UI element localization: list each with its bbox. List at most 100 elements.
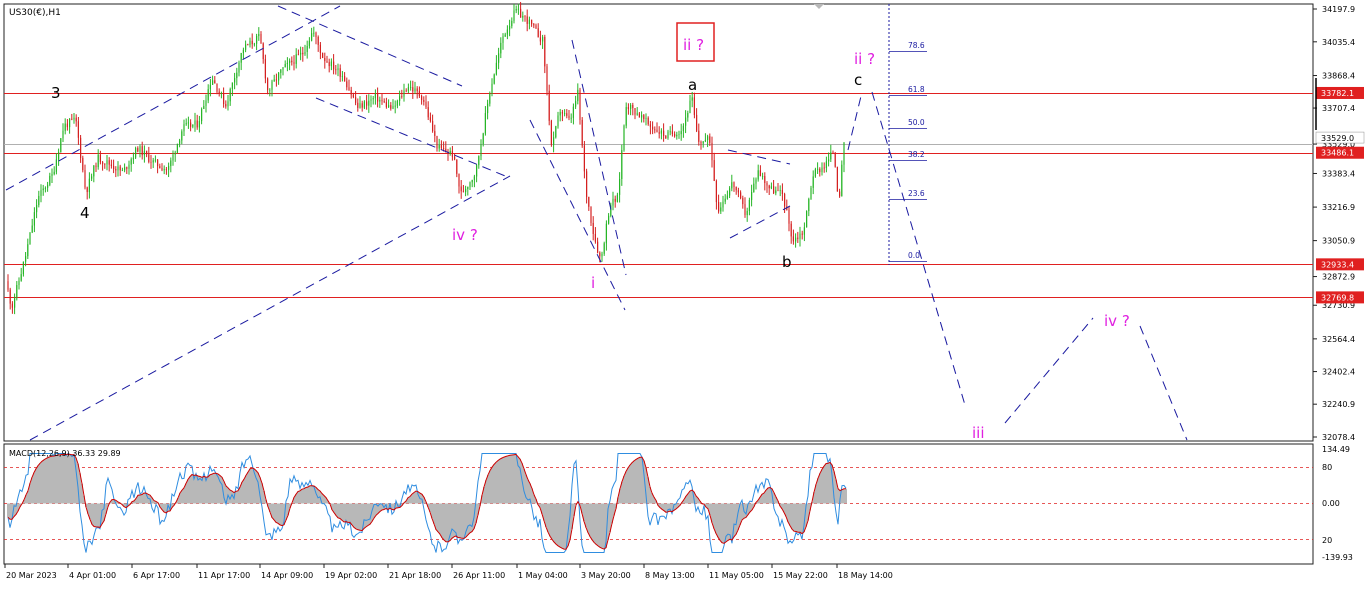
candle-body (20, 274, 22, 281)
candle-body (262, 43, 264, 60)
candle-body (183, 124, 185, 132)
candle-body (652, 126, 654, 130)
candle-body (839, 191, 841, 197)
candle-body (722, 201, 724, 208)
macd-tick-label: -139.93 (1322, 553, 1353, 562)
time-tick-label: 14 Apr 09:00 (261, 571, 313, 580)
candle-body (458, 173, 460, 187)
candle-body (194, 120, 196, 125)
candle-body (16, 285, 18, 299)
candle-body (82, 157, 84, 171)
candle-body (781, 190, 783, 194)
candle-body (214, 80, 216, 84)
candle-body (773, 186, 775, 194)
candle-body (339, 68, 341, 77)
candle-body (511, 20, 513, 27)
candle-body (676, 134, 678, 137)
candle-body (238, 62, 240, 73)
candle-body (267, 78, 269, 90)
candle-body (581, 119, 583, 146)
candle-body (548, 90, 550, 121)
candle-body (154, 159, 156, 161)
candle-body (207, 89, 209, 101)
candle-body (454, 156, 456, 160)
wave-label-boxed: ii ? (683, 36, 704, 54)
candle-body (469, 182, 471, 187)
symbol-label: US30(€),H1 (9, 8, 61, 18)
candle-body (161, 168, 163, 171)
candle-body (462, 191, 464, 193)
candle-body (271, 81, 273, 90)
candle-body (174, 152, 176, 155)
candle-body (236, 72, 238, 79)
candle-body (810, 187, 812, 199)
candle-body (500, 42, 502, 54)
candle-body (357, 102, 359, 108)
candle-body (106, 160, 108, 165)
level-price-label: 32769.8 (1321, 293, 1354, 302)
candle-body (654, 129, 656, 131)
candle-body (372, 98, 374, 100)
candle-body (205, 100, 207, 106)
candle-body (746, 210, 748, 216)
price-tick-label: 33868.4 (1322, 72, 1355, 81)
candle-body (234, 78, 236, 83)
candle-body (269, 89, 271, 91)
candle-body (399, 96, 401, 101)
candle-body (597, 241, 599, 253)
candle-body (821, 167, 823, 173)
candle-body (201, 108, 203, 122)
price-tick-label: 32402.4 (1322, 368, 1355, 377)
candle-body (179, 140, 181, 144)
candle-body (484, 113, 486, 134)
candle-body (814, 169, 816, 177)
time-tick-label: 21 Apr 18:00 (389, 571, 441, 580)
candle-body (429, 117, 431, 122)
fib-level-label: 0.0 (908, 251, 920, 260)
fib-level-label: 38.2 (908, 150, 925, 159)
candle-body (412, 87, 414, 92)
candle-body (495, 62, 497, 75)
price-chart[interactable]: 78.6 61.8 50.0 38.2 23.6 0.0 MACD(12,26,9) 36… (0, 0, 1366, 588)
candle-body (245, 44, 247, 50)
candle-body (482, 133, 484, 145)
candle-body (513, 10, 515, 21)
candle-body (69, 118, 71, 128)
candle-body (95, 165, 97, 168)
candle-body (636, 113, 638, 115)
candle-body (401, 96, 403, 98)
candle-body (242, 49, 244, 53)
candle-body (759, 170, 761, 177)
candle-body (88, 178, 90, 193)
time-tick-label: 18 May 14:00 (838, 571, 893, 580)
candle-body (383, 101, 385, 103)
candle-body (280, 69, 282, 73)
candle-body (779, 190, 781, 191)
candle-body (663, 130, 665, 136)
candle-body (619, 179, 621, 195)
candle-body (293, 62, 295, 64)
candle-body (594, 233, 596, 242)
candle-body (7, 281, 9, 290)
candle-body (93, 165, 95, 177)
candle-body (315, 32, 317, 38)
candle-body (216, 83, 218, 92)
candle-body (720, 207, 722, 212)
candle-body (251, 40, 253, 45)
chart-window[interactable]: 78.6 61.8 50.0 38.2 23.6 0.0 MACD(12,26,9) 36… (0, 0, 1366, 588)
candle-body (770, 186, 772, 189)
level-price-label: 33486.1 (1321, 149, 1354, 158)
candle-body (685, 117, 687, 126)
candle-body (674, 134, 676, 137)
level-price-label: 32933.4 (1321, 260, 1354, 269)
candle-body (834, 152, 836, 167)
candle-body (374, 93, 376, 99)
candle-body (104, 163, 106, 165)
candle-body (258, 34, 260, 37)
candle-body (434, 131, 436, 136)
candle-body (11, 303, 13, 308)
candle-body (764, 176, 766, 184)
candle-body (350, 90, 352, 95)
candle-body (480, 144, 482, 157)
price-tick-label: 32872.9 (1322, 273, 1355, 282)
